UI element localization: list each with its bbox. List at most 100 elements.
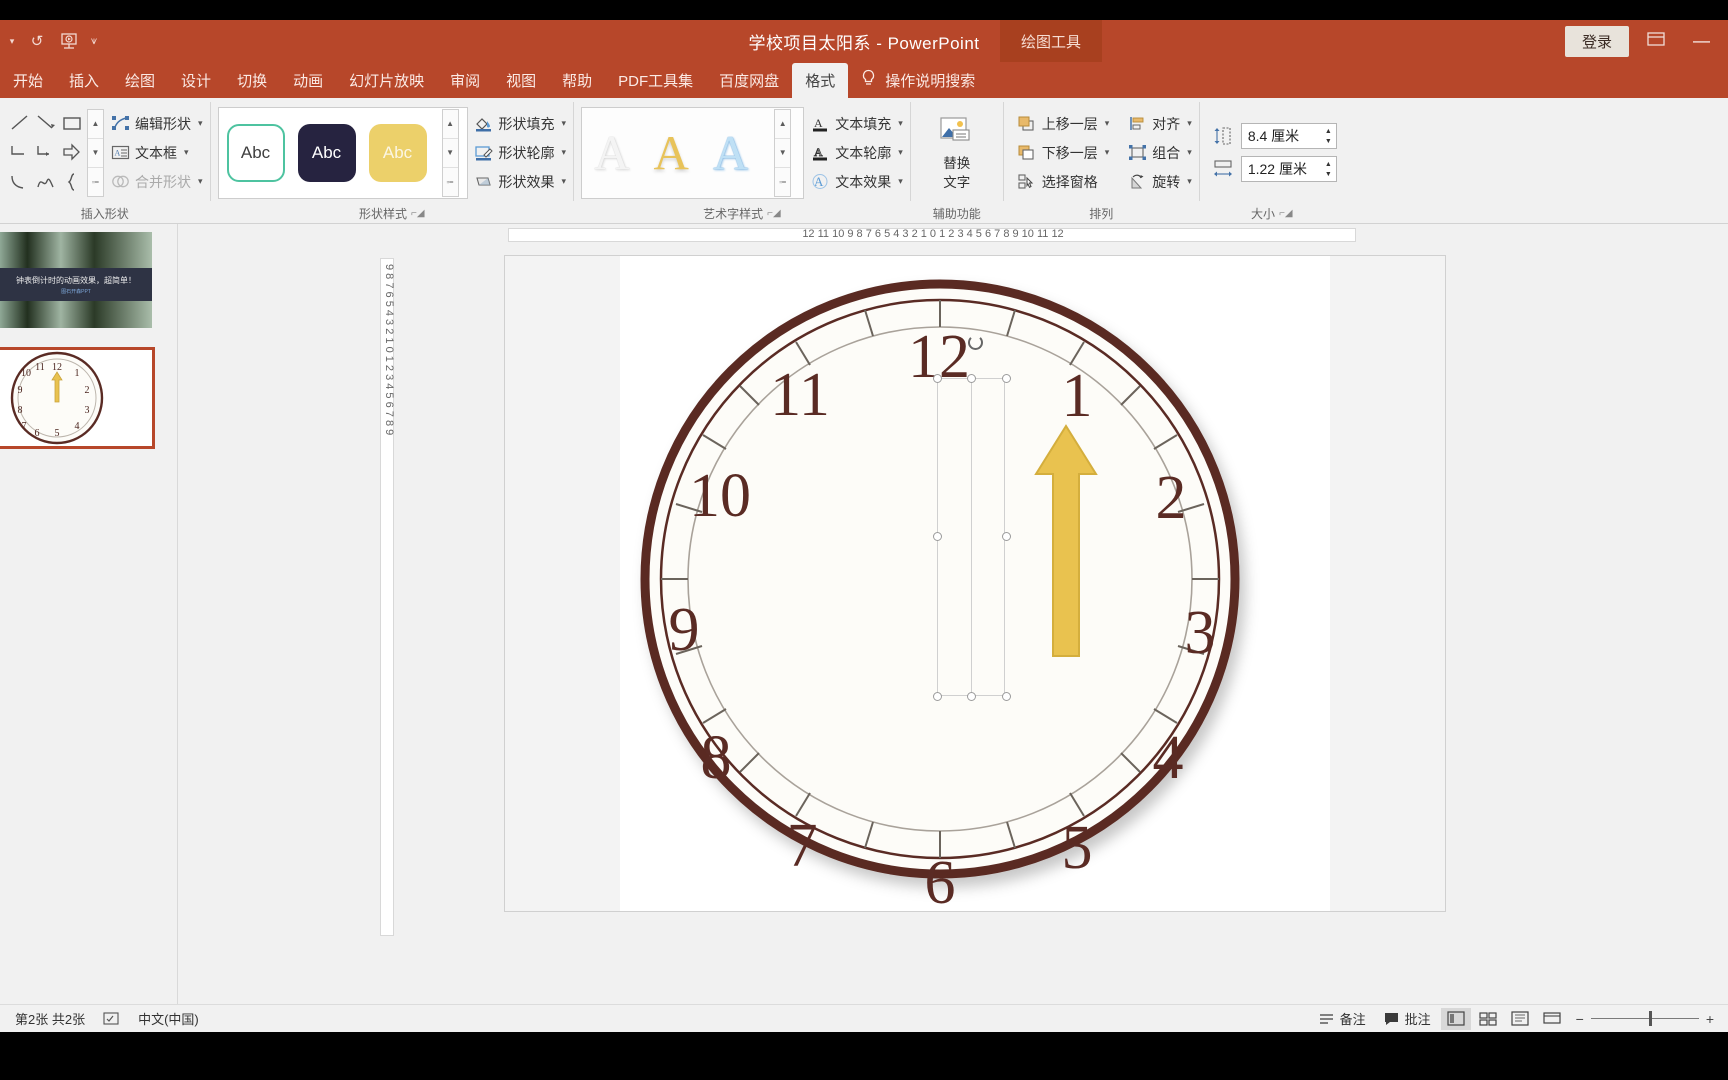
tab-view[interactable]: 视图 [493, 62, 549, 98]
shape-styles-scroll[interactable]: ▲ ▼ ⩴ [441, 108, 459, 197]
tab-draw[interactable]: 绘图 [112, 62, 168, 98]
tab-review[interactable]: 审阅 [437, 62, 493, 98]
stepper-down-icon[interactable]: ▼ [1325, 171, 1332, 178]
resize-handle-mid-left[interactable] [933, 532, 942, 541]
text-effects-button[interactable]: A 文本效果 ▾ [810, 169, 903, 194]
chevron-down-icon[interactable]: ▾ [1187, 147, 1192, 158]
resize-handle-bottom-right[interactable] [1002, 692, 1011, 701]
chevron-down-icon[interactable]: ▾ [562, 118, 567, 129]
zoom-track[interactable] [1590, 1011, 1699, 1026]
scroll-down-icon[interactable]: ▼ [88, 139, 103, 168]
wordart-style-option-3[interactable]: A [713, 128, 748, 177]
gallery-more-icon[interactable]: ⩴ [443, 168, 458, 196]
slide-sorter-button[interactable] [1473, 1008, 1503, 1030]
tab-slideshow[interactable]: 幻灯片放映 [336, 62, 437, 98]
tab-baidu-netdisk[interactable]: 百度网盘 [706, 62, 792, 98]
zoom-in-button[interactable]: + [1706, 1011, 1714, 1027]
chevron-down-icon[interactable]: ▾ [898, 147, 903, 158]
normal-view-button[interactable] [1440, 1007, 1471, 1030]
shape-height-stepper[interactable]: ▲ ▼ [1325, 128, 1332, 145]
scroll-down-icon[interactable]: ▼ [775, 139, 791, 168]
tab-animations[interactable]: 动画 [280, 62, 336, 98]
minimize-button[interactable]: — [1683, 31, 1720, 51]
shape-selection-box[interactable] [933, 335, 1011, 701]
slideshow-button[interactable] [1537, 1008, 1567, 1030]
stepper-up-icon[interactable]: ▲ [1325, 128, 1332, 135]
customize-quick-access-button[interactable]: ⩛ [86, 27, 102, 55]
autosave-toggle[interactable]: ▾ [4, 27, 20, 55]
bring-forward-button[interactable]: 上移一层 ▾ [1017, 111, 1110, 136]
chevron-down-icon[interactable]: ▾ [184, 147, 189, 158]
language-status[interactable]: 中文(中国) [129, 1009, 208, 1028]
text-box-button[interactable]: A 文本框 ▾ [110, 140, 203, 165]
brace-shape-icon[interactable] [61, 171, 83, 193]
gallery-more-icon[interactable]: ⩴ [775, 168, 790, 196]
tab-transitions[interactable]: 切换 [224, 62, 280, 98]
tab-format[interactable]: 格式 [792, 63, 849, 98]
shape-styles-gallery[interactable]: Abc Abc Abc ▲ ▼ ⩴ [217, 106, 468, 199]
slide-thumbnail-pane[interactable]: 钟表倒计时的动画效果，超简单！ 图石开森PPT 12 1 2 345 678 9 10… [0, 224, 178, 1004]
chevron-down-icon[interactable]: ▾ [562, 147, 567, 158]
wordart-styles-gallery[interactable]: A A A ▲ ▼ ⩴ [581, 106, 805, 199]
chevron-down-icon[interactable]: ▾ [1105, 118, 1110, 129]
stepper-up-icon[interactable]: ▲ [1325, 161, 1332, 168]
tab-help[interactable]: 帮助 [549, 62, 605, 98]
zoom-knob[interactable] [1648, 1011, 1652, 1026]
ribbon-display-options-button[interactable] [1639, 31, 1673, 52]
scroll-up-icon[interactable]: ▲ [88, 110, 103, 139]
zoom-slider[interactable]: − + [1568, 1011, 1722, 1027]
slide-counter[interactable]: 第2张 共2张 [6, 1009, 94, 1028]
chevron-down-icon[interactable]: ▾ [1187, 118, 1192, 129]
resize-handle-top-right[interactable] [1002, 374, 1011, 383]
text-fill-button[interactable]: A 文本填充 ▾ [810, 111, 903, 136]
text-outline-button[interactable]: A 文本轮廓 ▾ [810, 140, 903, 165]
stepper-down-icon[interactable]: ▼ [1325, 138, 1332, 145]
tab-insert[interactable]: 插入 [56, 62, 112, 98]
chevron-down-icon[interactable]: ▾ [898, 176, 903, 187]
line-shape-icon[interactable] [9, 112, 31, 134]
shape-width-input[interactable]: 1.22 厘米 ▲ ▼ [1240, 156, 1337, 182]
selection-pane-button[interactable]: 选择窗格 [1017, 169, 1110, 194]
scroll-down-icon[interactable]: ▼ [442, 139, 458, 168]
right-arrow-shape-icon[interactable] [61, 141, 83, 163]
wordart-style-option-1[interactable]: A [594, 128, 629, 177]
resize-handle-bottom-left[interactable] [933, 692, 942, 701]
elbow-arrow-connector-icon[interactable] [35, 141, 57, 163]
chevron-down-icon[interactable]: ▾ [1187, 176, 1192, 187]
notes-button[interactable]: 备注 [1310, 1009, 1375, 1028]
alt-text-button[interactable]: 替换 文字 [921, 115, 993, 191]
zoom-out-button[interactable]: − [1576, 1011, 1584, 1027]
line-arrow-shape-icon[interactable] [35, 112, 57, 134]
shape-width-stepper[interactable]: ▲ ▼ [1325, 161, 1332, 178]
tab-design[interactable]: 设计 [168, 62, 224, 98]
freeform-shape-icon[interactable] [35, 171, 57, 193]
proofing-status[interactable] [94, 1011, 129, 1027]
chevron-down-icon[interactable]: ▾ [562, 176, 567, 187]
wordart-style-option-2[interactable]: A [653, 128, 688, 177]
tell-me-search[interactable]: 操作说明搜索 [848, 62, 987, 98]
elbow-connector-icon[interactable] [9, 141, 31, 163]
resize-handle-top-center[interactable] [967, 374, 976, 383]
reading-view-button[interactable] [1505, 1008, 1535, 1030]
vertical-ruler[interactable]: 9 8 7 6 5 4 3 2 1 0 1 2 3 4 5 6 7 8 9 [378, 246, 400, 1004]
send-backward-button[interactable]: 下移一层 ▾ [1017, 140, 1109, 165]
curve-shape-icon[interactable] [9, 171, 31, 193]
shape-outline-button[interactable]: 形状轮廓 ▾ [474, 140, 567, 165]
shape-style-option-1[interactable]: Abc [226, 123, 285, 182]
wordart-dialog-launcher[interactable]: ⌐◢ [767, 208, 781, 219]
slide-canvas[interactable]: 12 1 2 3 4 5 6 7 8 9 10 11 [505, 256, 1445, 911]
shape-effects-button[interactable]: 形状效果 ▾ [474, 169, 567, 194]
slide-thumbnail-2[interactable]: 12 1 2 345 678 9 10 11 [0, 347, 155, 449]
rotation-handle[interactable] [968, 335, 983, 350]
shapes-gallery-scroll[interactable]: ▲ ▼ ⩴ [87, 108, 104, 197]
undo-button[interactable]: ↺ [22, 27, 52, 55]
align-button[interactable]: 对齐 ▾ [1127, 111, 1192, 136]
gallery-more-icon[interactable]: ⩴ [88, 168, 103, 196]
resize-handle-bottom-center[interactable] [967, 692, 976, 701]
shape-style-option-3[interactable]: Abc [368, 123, 427, 182]
group-button[interactable]: 组合 ▾ [1127, 140, 1192, 165]
shape-style-option-2[interactable]: Abc [297, 123, 356, 182]
resize-handle-mid-right[interactable] [1002, 532, 1011, 541]
edit-shape-button[interactable]: 编辑形状 ▾ [110, 111, 203, 136]
shape-fill-button[interactable]: 形状填充 ▾ [474, 111, 567, 136]
